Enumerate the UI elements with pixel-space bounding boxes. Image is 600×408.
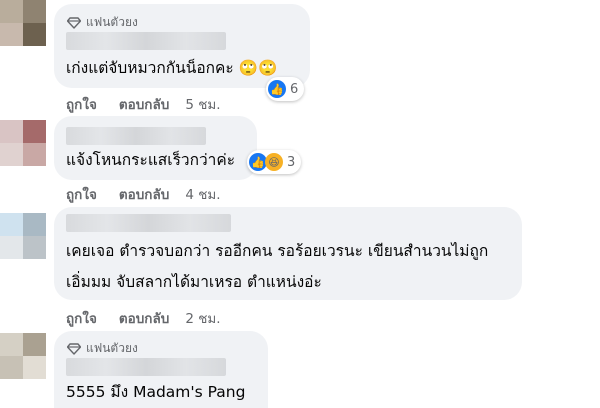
badge-label: แฟนตัวยง (86, 15, 138, 29)
author-name[interactable] (66, 358, 226, 376)
reply-link[interactable]: ตอบกลับ (119, 183, 169, 205)
like-link[interactable]: ถูกใจ (66, 307, 97, 329)
reply-link[interactable]: ตอบกลับ (119, 307, 169, 329)
top-fan-badge: แฟนตัวยง (67, 13, 138, 32)
comment-bubble: แจ้งโหนกระแสเร็วกว่าค่ะ (54, 116, 257, 180)
reply-link[interactable]: ตอบกลับ (119, 93, 169, 115)
comment-bubble: แฟนตัวยง เก่งแต่จับหมวกกันน็อกคะ 🙄🙄 (54, 4, 310, 88)
like-link[interactable]: ถูกใจ (66, 183, 97, 205)
comment-text: แจ้งโหนกระแสเร็วกว่าค่ะ (66, 151, 236, 169)
reaction-summary[interactable]: 👍 😆 3 (247, 150, 302, 174)
reaction-count: 6 (290, 81, 299, 97)
reaction-count: 3 (287, 154, 296, 170)
avatar[interactable] (0, 0, 46, 46)
comment-text-line-2: เอิ่มมม จับสลากได้มาเหรอ ตำแหน่งอ่ะ (66, 273, 322, 291)
timestamp[interactable]: 2 ชม. (185, 307, 220, 329)
comment-text: 5555 มึง Madam's Pang (66, 383, 246, 401)
diamond-icon (67, 16, 81, 29)
timestamp[interactable]: 5 ชม. (185, 93, 220, 115)
reaction-summary[interactable]: 👍 6 (266, 77, 305, 101)
comment-actions: ถูกใจ ตอบกลับ 4 ชม. (66, 183, 221, 205)
badge-label: แฟนตัวยง (86, 341, 138, 355)
comment-actions: ถูกใจ ตอบกลับ 5 ชม. (66, 93, 221, 115)
author-name[interactable] (66, 32, 226, 50)
diamond-icon (67, 342, 81, 355)
haha-icon: 😆 (265, 153, 283, 171)
comment-bubble: เคยเจอ ตำรวจบอกว่า รออีกคน รอร้อยเวรนะ เ… (54, 207, 522, 300)
avatar[interactable] (0, 333, 46, 379)
like-link[interactable]: ถูกใจ (66, 93, 97, 115)
author-name[interactable] (66, 214, 231, 232)
timestamp[interactable]: 4 ชม. (185, 183, 220, 205)
comment-bubble: แฟนตัวยง 5555 มึง Madam's Pang (54, 331, 268, 408)
avatar[interactable] (0, 213, 46, 259)
like-icon: 👍 (268, 80, 286, 98)
comment-actions: ถูกใจ ตอบกลับ 2 ชม. (66, 307, 221, 329)
avatar[interactable] (0, 120, 46, 166)
comment-text: เก่งแต่จับหมวกกันน็อกคะ 🙄🙄 (66, 59, 278, 77)
comment-text-line-1: เคยเจอ ตำรวจบอกว่า รออีกคน รอร้อยเวรนะ เ… (66, 242, 489, 260)
author-name[interactable] (66, 127, 206, 145)
top-fan-badge: แฟนตัวยง (67, 339, 138, 358)
